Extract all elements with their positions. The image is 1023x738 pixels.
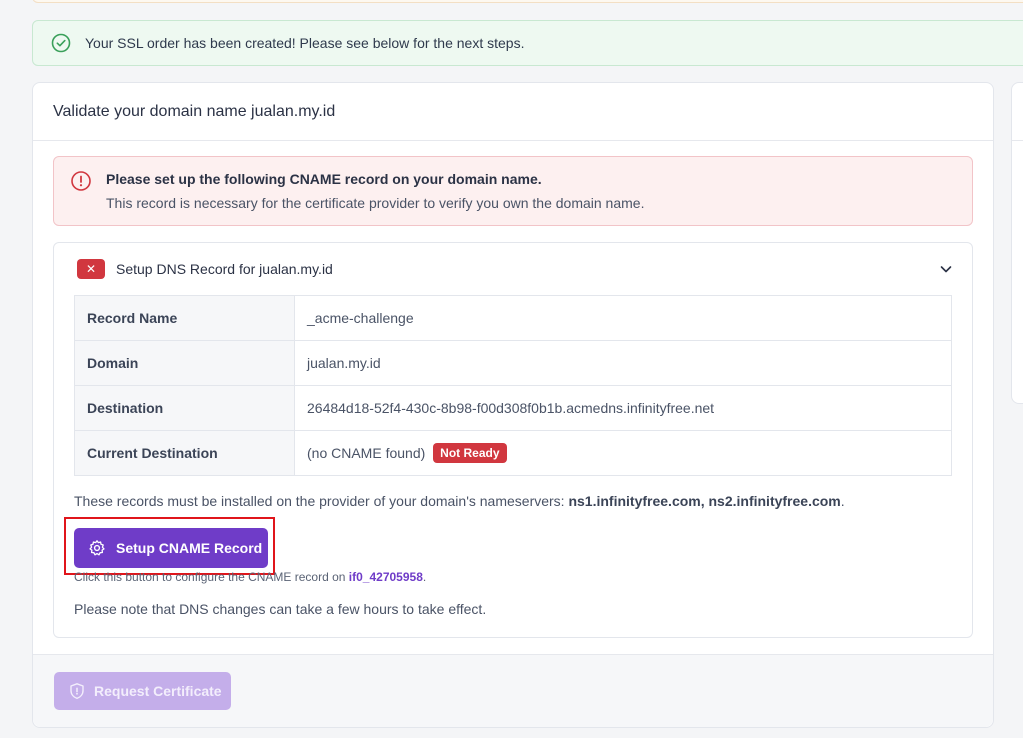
destination-label: Destination — [74, 385, 295, 431]
exclamation-circle-icon — [70, 170, 92, 192]
domain-label: Domain — [74, 340, 295, 386]
domain-value: jualan.my.id — [294, 340, 952, 386]
nameserver-note-suffix: . — [840, 493, 845, 509]
validate-domain-card: Validate your domain name jualan.my.id P… — [32, 82, 994, 728]
alert-body: This record is necessary for the certifi… — [106, 195, 645, 211]
dns-panel-title: Setup DNS Record for jualan.my.id — [116, 261, 333, 277]
helper-prefix: Click this button to configure the CNAME… — [74, 570, 349, 584]
request-certificate-button[interactable]: Request Certificate — [54, 672, 231, 710]
current-destination-label: Current Destination — [74, 430, 295, 476]
helper-suffix: . — [422, 570, 427, 584]
dns-propagation-note: Please note that DNS changes can take a … — [74, 601, 487, 617]
nameserver-note: These records must be installed on the p… — [74, 493, 845, 509]
destination-value: 26484d18-52f4-430c-8b98-f00d308f0b1b.acm… — [294, 385, 952, 431]
x-icon: ✕ — [77, 259, 105, 279]
setup-helper-text: Click this button to configure the CNAME… — [74, 570, 426, 584]
warning-alert-edge — [32, 0, 1023, 3]
record-name-value: _acme-challenge — [294, 295, 952, 341]
setup-cname-label: Setup CNAME Record — [116, 540, 263, 556]
record-name-label: Record Name — [74, 295, 295, 341]
success-alert: Your SSL order has been created! Please … — [32, 20, 1023, 66]
shield-icon — [68, 682, 86, 700]
success-message: Your SSL order has been created! Please … — [85, 35, 525, 51]
nameserver-note-text: These records must be installed on the p… — [74, 493, 569, 509]
table-row: Record Name _acme-challenge — [74, 295, 952, 341]
nameserver-values: ns1.infinityfree.com, ns2.infinityfree.c… — [568, 493, 841, 509]
card-header: Validate your domain name jualan.my.id — [33, 83, 993, 141]
gear-icon — [88, 539, 106, 557]
card-title: Validate your domain name jualan.my.id — [53, 102, 336, 120]
alert-title: Please set up the following CNAME record… — [106, 171, 542, 187]
account-link[interactable]: if0_42705958 — [349, 570, 423, 584]
table-row: Current Destination (no CNAME found) Not… — [74, 430, 952, 476]
table-row: Domain jualan.my.id — [74, 340, 952, 386]
chevron-down-icon[interactable] — [938, 261, 954, 277]
dns-panel-header[interactable]: ✕ Setup DNS Record for jualan.my.id — [54, 243, 972, 295]
current-destination-cell: (no CNAME found) Not Ready — [294, 430, 952, 476]
dns-record-table: Record Name _acme-challenge Domain juala… — [74, 295, 952, 476]
setup-cname-button[interactable]: Setup CNAME Record — [74, 528, 268, 568]
request-certificate-label: Request Certificate — [94, 683, 222, 699]
cname-required-alert: Please set up the following CNAME record… — [53, 156, 973, 226]
dns-record-panel: ✕ Setup DNS Record for jualan.my.id Reco… — [53, 242, 973, 638]
current-destination-value: (no CNAME found) — [307, 445, 426, 461]
status-badge: Not Ready — [433, 443, 507, 463]
check-circle-icon — [51, 33, 71, 53]
side-card — [1011, 82, 1023, 404]
table-row: Destination 26484d18-52f4-430c-8b98-f00d… — [74, 385, 952, 431]
